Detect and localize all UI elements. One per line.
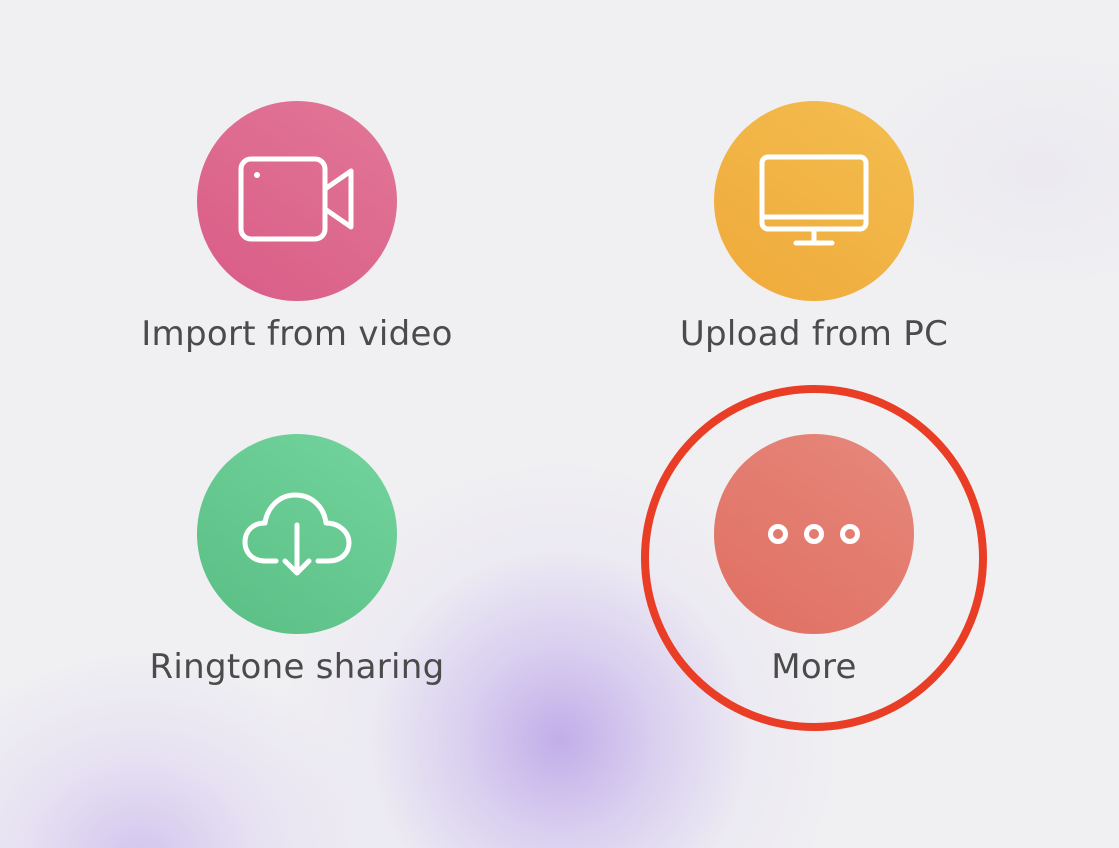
upload-from-pc-button[interactable] — [714, 101, 914, 301]
cloud-download-icon — [241, 487, 353, 581]
more-button[interactable] — [714, 434, 914, 634]
video-camera-icon — [237, 153, 357, 249]
monitor-icon — [758, 153, 870, 249]
upload-from-pc-label: Upload from PC — [679, 314, 949, 354]
import-from-video-button[interactable] — [197, 101, 397, 301]
import-from-video-action[interactable]: Import from video — [87, 101, 507, 371]
upload-from-pc-action[interactable]: Upload from PC — [604, 101, 1024, 371]
more-dots-icon — [766, 522, 862, 546]
ringtone-sharing-button[interactable] — [197, 434, 397, 634]
import-from-video-label: Import from video — [141, 314, 453, 354]
more-action[interactable]: More — [604, 434, 1024, 704]
ringtone-sharing-action[interactable]: Ringtone sharing — [87, 434, 507, 704]
more-label: More — [771, 647, 857, 687]
ringtone-sharing-label: Ringtone sharing — [149, 647, 445, 687]
